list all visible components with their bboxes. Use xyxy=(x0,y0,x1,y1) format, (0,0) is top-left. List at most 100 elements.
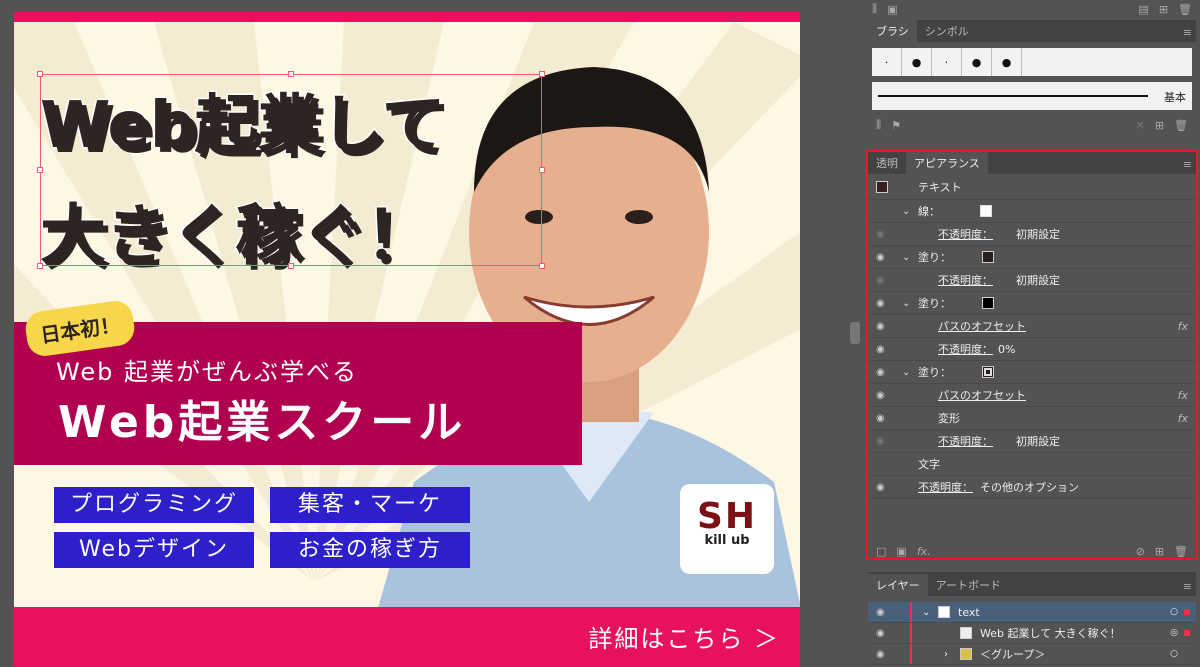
canvas-area[interactable]: Web起業して 大きく稼ぐ！ 日本初！ Web 起業がぜんぶ学べる Web起業ス… xyxy=(0,0,848,667)
brush-library-icon[interactable]: ⫼ xyxy=(876,118,881,132)
panel-menu-icon[interactable]: ≡ xyxy=(1183,158,1196,174)
appearance-row-opacity[interactable]: ◉ 不透明度： 初期設定 xyxy=(868,269,1196,292)
new-brush-icon[interactable]: ⊞ xyxy=(1155,119,1164,132)
eye-icon[interactable]: ◉ xyxy=(876,229,890,240)
chevron-down-icon[interactable]: ⌄ xyxy=(902,367,910,378)
brush-dot-medium[interactable]: ● xyxy=(962,48,992,76)
selection-handle[interactable] xyxy=(37,71,43,77)
layer-row-headline[interactable]: ◉ Web 起業して 大きく稼ぐ！ ◎ xyxy=(868,623,1196,644)
panel-menu-icon[interactable]: ≡ xyxy=(1183,580,1196,596)
eye-icon[interactable]: ◉ xyxy=(876,321,890,332)
add-stroke-icon[interactable]: □ xyxy=(876,545,886,558)
basic-brush-row[interactable]: 基本 xyxy=(872,82,1192,110)
eye-icon[interactable]: ◉ xyxy=(876,649,890,660)
add-effect-icon[interactable]: fx. xyxy=(917,545,931,558)
appearance-row-effect[interactable]: ◉ パスのオフセット fx xyxy=(868,315,1196,338)
selection-square-icon[interactable] xyxy=(1184,630,1190,636)
tab-appearance[interactable]: アピアランス xyxy=(906,152,988,174)
appearance-row-opacity-top[interactable]: ◉ 不透明度： その他のオプション xyxy=(868,476,1196,499)
appearance-row-fill[interactable]: ◉ ⌄ 塗り： xyxy=(868,246,1196,269)
stroke-none-swatch[interactable] xyxy=(980,205,992,217)
library-icon[interactable]: ⫼ xyxy=(872,2,877,16)
appearance-row-fill[interactable]: ◉ ⌄ 塗り： xyxy=(868,292,1196,315)
brush-dot-small[interactable]: ● xyxy=(902,48,932,76)
appearance-row-opacity[interactable]: ◉ 不透明度： 0% xyxy=(868,338,1196,361)
place-icon[interactable]: ▣ xyxy=(887,3,897,16)
delete-brush-icon[interactable]: ✕ xyxy=(1136,119,1145,132)
appearance-row-effect[interactable]: ◉ 変形 fx xyxy=(868,407,1196,430)
brush-dot-large[interactable]: ● xyxy=(992,48,1022,76)
brush-dot-faint[interactable]: ⋅ xyxy=(932,48,962,76)
fill-swatch[interactable] xyxy=(982,251,994,263)
clear-appearance-icon[interactable]: ⊘ xyxy=(1136,545,1145,558)
eye-icon[interactable]: ◉ xyxy=(876,275,890,286)
folder-icon[interactable]: ▤ xyxy=(1138,3,1148,16)
target-circle-icon[interactable]: ◎ xyxy=(1170,628,1178,638)
selection-handle[interactable] xyxy=(37,263,43,269)
delete-item-icon[interactable]: 🗑 xyxy=(1174,545,1188,558)
selection-handle[interactable] xyxy=(539,167,545,173)
eye-icon[interactable]: ◉ xyxy=(876,252,890,263)
layer-row-text[interactable]: ◉ ⌄ text ○ xyxy=(868,602,1196,623)
brush-options-icon[interactable]: ⚑ xyxy=(891,119,901,132)
text-thumbnail xyxy=(876,180,888,193)
trash-icon[interactable]: 🗑 xyxy=(1178,3,1192,16)
text-selection-box[interactable] xyxy=(40,74,542,266)
duplicate-item-icon[interactable]: ⊞ xyxy=(1155,545,1164,558)
brush-panel-footer: ⫼ ⚑ ✕ ⊞ 🗑 xyxy=(868,116,1196,134)
panel-menu-icon[interactable]: ≡ xyxy=(1183,26,1196,42)
appearance-row-opacity[interactable]: ◉ 不透明度： 初期設定 xyxy=(868,430,1196,453)
brush-dot-tiny[interactable]: · xyxy=(872,48,902,76)
add-fill-icon[interactable]: ▣ xyxy=(896,545,906,558)
appearance-row-opacity[interactable]: ◉ 不透明度： 初期設定 xyxy=(868,223,1196,246)
selection-handle[interactable] xyxy=(539,71,545,77)
tab-symbol[interactable]: シンボル xyxy=(917,20,977,42)
eye-icon[interactable]: ◉ xyxy=(876,344,890,355)
selection-handle[interactable] xyxy=(288,71,294,77)
tab-artboards[interactable]: アートボード xyxy=(928,574,1009,596)
target-circle-icon[interactable]: ○ xyxy=(1170,649,1178,659)
tab-brush[interactable]: ブラシ xyxy=(868,20,917,42)
layer-color-bar xyxy=(910,644,912,664)
appearance-row-effect[interactable]: ◉ パスのオフセット fx xyxy=(868,384,1196,407)
fx-icon[interactable]: fx xyxy=(1178,389,1188,402)
eye-icon[interactable]: ◉ xyxy=(876,436,890,447)
eye-icon[interactable]: ◉ xyxy=(876,298,890,309)
eye-icon[interactable]: ◉ xyxy=(876,628,890,639)
appearance-row-stroke[interactable]: ⌄ 線： xyxy=(868,200,1196,223)
fx-icon[interactable]: fx xyxy=(1178,412,1188,425)
eye-icon[interactable]: ◉ xyxy=(876,367,890,378)
chevron-down-icon[interactable]: ⌄ xyxy=(902,206,910,217)
tab-transparency[interactable]: 透明 xyxy=(868,152,906,174)
chevron-down-icon[interactable]: ⌄ xyxy=(902,298,910,309)
eye-icon[interactable]: ◉ xyxy=(876,390,890,401)
selection-handle[interactable] xyxy=(539,263,545,269)
selection-handle[interactable] xyxy=(288,263,294,269)
dock-resize-grip[interactable] xyxy=(850,322,860,344)
target-circle-icon[interactable]: ○ xyxy=(1170,607,1178,617)
layer-thumbnail xyxy=(960,648,972,660)
layer-row-group[interactable]: ◉ › ＜グループ＞ ○ xyxy=(868,644,1196,665)
chevron-down-icon[interactable]: ⌄ xyxy=(902,252,910,263)
banner-artboard[interactable]: Web起業して 大きく稼ぐ！ 日本初！ Web 起業がぜんぶ学べる Web起業ス… xyxy=(14,12,800,667)
fill-swatch[interactable] xyxy=(982,366,994,378)
layer-thumbnail xyxy=(960,627,972,639)
chevron-down-icon[interactable]: ⌄ xyxy=(922,607,930,618)
appearance-header-row[interactable]: テキスト xyxy=(868,174,1196,200)
selection-handle[interactable] xyxy=(37,167,43,173)
appearance-panel: 透明 アピアランス ≡ テキスト ⌄ 線： ◉ 不透明度： 初期設定 ◉ ⌄ 塗… xyxy=(866,150,1198,560)
fx-icon[interactable]: fx xyxy=(1178,320,1188,333)
trash-brush-icon[interactable]: 🗑 xyxy=(1174,119,1188,132)
fill-swatch[interactable] xyxy=(982,297,994,309)
selection-square-icon[interactable] xyxy=(1184,609,1190,615)
tab-layers[interactable]: レイヤー xyxy=(868,574,928,596)
eye-icon[interactable]: ◉ xyxy=(876,413,890,424)
chip-money: お金の稼ぎ方 xyxy=(270,532,470,568)
basic-brush-label: 基本 xyxy=(1164,91,1186,104)
eye-icon[interactable]: ◉ xyxy=(876,482,890,493)
chevron-right-icon[interactable]: › xyxy=(944,649,948,660)
eye-icon[interactable]: ◉ xyxy=(876,607,890,618)
new-icon[interactable]: ⊞ xyxy=(1159,3,1168,16)
appearance-row-fill[interactable]: ◉ ⌄ 塗り： xyxy=(868,361,1196,384)
appearance-row-characters[interactable]: 文字 xyxy=(868,453,1196,476)
